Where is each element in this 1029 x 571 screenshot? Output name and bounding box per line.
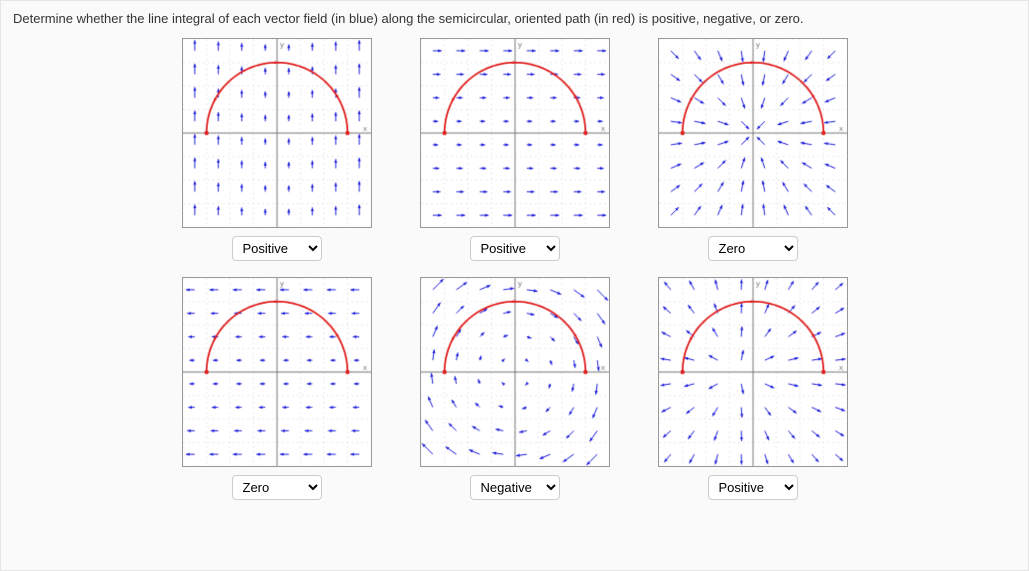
plot-grid: PositiveNegativeZero PositiveNegativeZero…: [13, 38, 1016, 500]
plot-cell-2: PositiveNegativeZero: [410, 38, 620, 261]
plot-cell-3: PositiveNegativeZero: [648, 38, 858, 261]
answer-select-2[interactable]: PositiveNegativeZero: [470, 236, 560, 261]
vector-field-plot-5: [420, 277, 610, 467]
vector-field-plot-2: [420, 38, 610, 228]
question-prompt: Determine whether the line integral of e…: [13, 11, 1016, 26]
answer-select-1[interactable]: PositiveNegativeZero: [232, 236, 322, 261]
plot-cell-4: PositiveNegativeZero: [172, 277, 382, 500]
answer-select-5[interactable]: PositiveNegativeZero: [470, 475, 560, 500]
answer-select-wrap-4: PositiveNegativeZero: [232, 475, 322, 500]
answer-select-4[interactable]: PositiveNegativeZero: [232, 475, 322, 500]
vector-field-plot-1: [182, 38, 372, 228]
plot-cell-5: PositiveNegativeZero: [410, 277, 620, 500]
answer-select-wrap-5: PositiveNegativeZero: [470, 475, 560, 500]
answer-select-wrap-3: PositiveNegativeZero: [708, 236, 798, 261]
question-container: Determine whether the line integral of e…: [0, 0, 1029, 571]
answer-select-wrap-1: PositiveNegativeZero: [232, 236, 322, 261]
vector-field-plot-3: [658, 38, 848, 228]
plot-cell-6: PositiveNegativeZero: [648, 277, 858, 500]
vector-field-plot-6: [658, 277, 848, 467]
answer-select-6[interactable]: PositiveNegativeZero: [708, 475, 798, 500]
vector-field-plot-4: [182, 277, 372, 467]
plot-cell-1: PositiveNegativeZero: [172, 38, 382, 261]
answer-select-wrap-2: PositiveNegativeZero: [470, 236, 560, 261]
answer-select-wrap-6: PositiveNegativeZero: [708, 475, 798, 500]
answer-select-3[interactable]: PositiveNegativeZero: [708, 236, 798, 261]
